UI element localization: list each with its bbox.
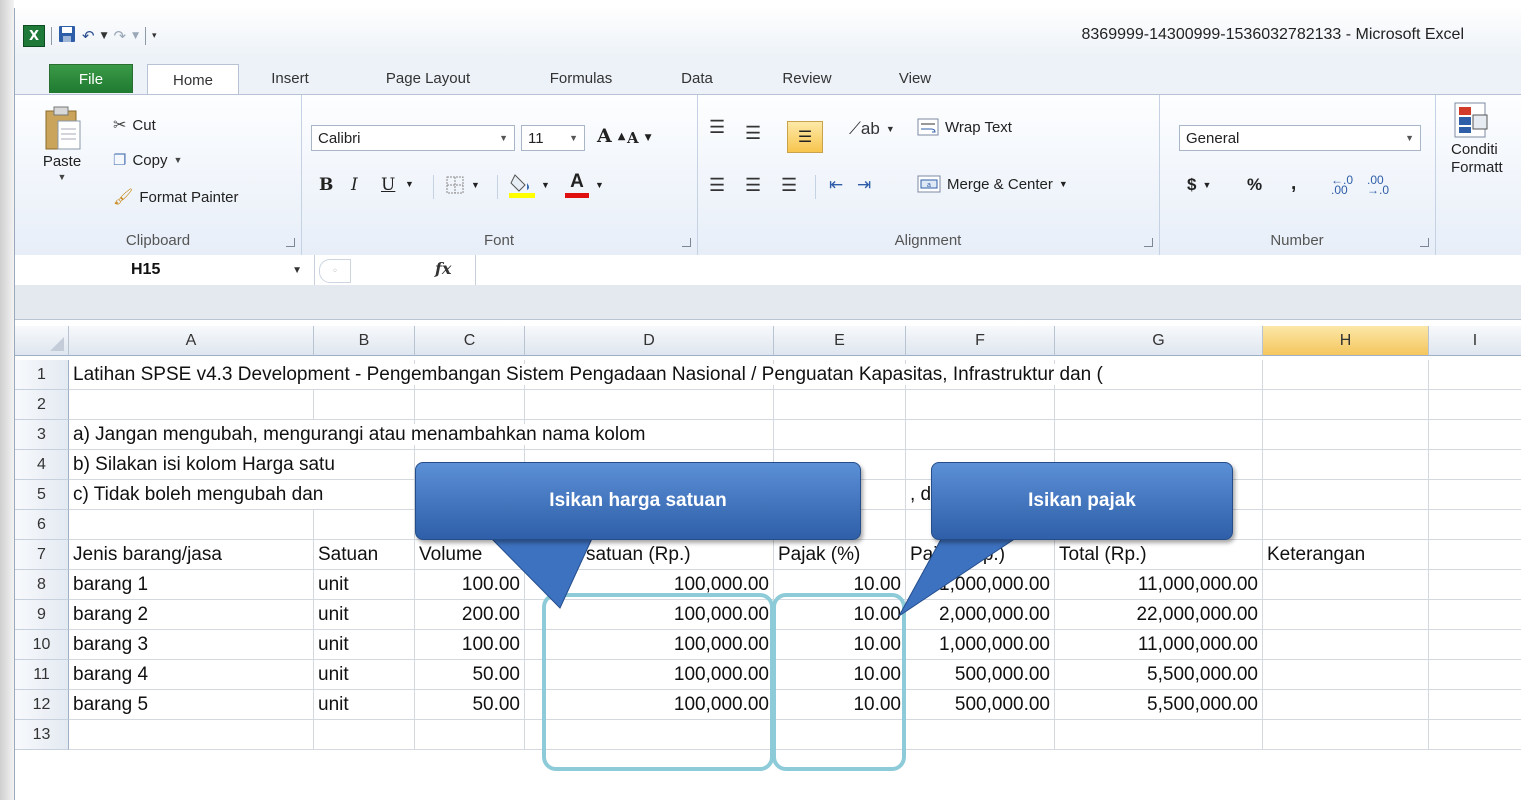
callout-pajak: Isikan pajak (931, 462, 1233, 540)
window-shadow (0, 0, 14, 800)
callout-pointers (483, 531, 1027, 617)
callout-harga-satuan: Isikan harga satuan (415, 462, 861, 540)
screenshot-frame: X ↶ ▼ ↷ ▼ ▾ 8369999-14300999-15360327821… (0, 0, 1521, 800)
excel-window: X ↶ ▼ ↷ ▼ ▾ 8369999-14300999-15360327821… (14, 8, 1521, 800)
callout-harga-text: Isikan harga satuan (549, 490, 727, 511)
callout-pajak-text: Isikan pajak (1028, 490, 1136, 511)
